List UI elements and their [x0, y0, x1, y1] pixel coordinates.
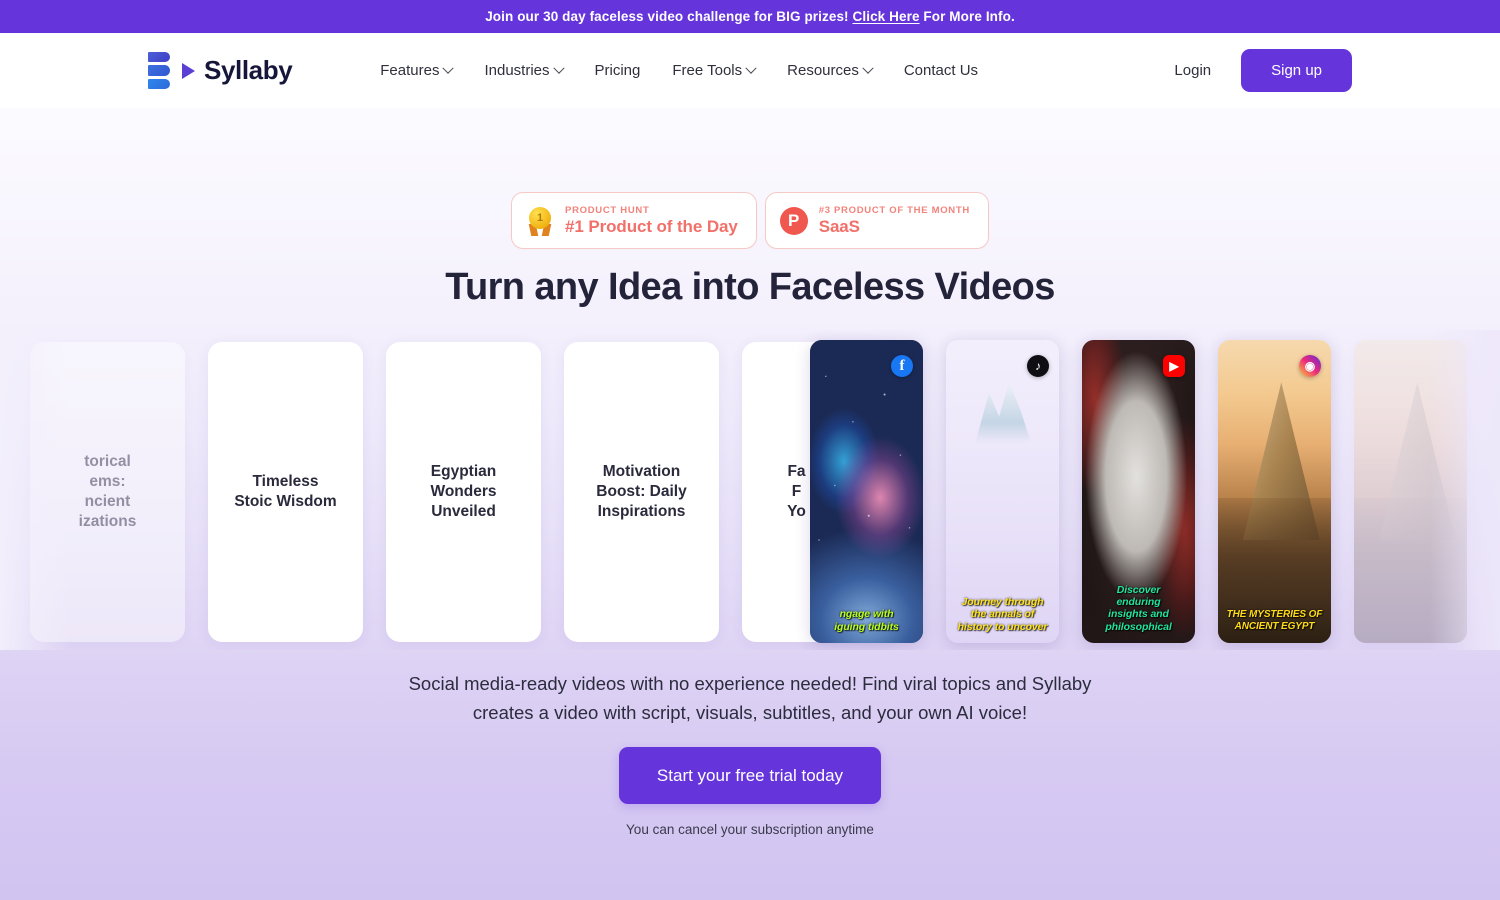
nav-actions: Login Sign up — [1174, 49, 1352, 92]
medal-number: 1 — [529, 206, 552, 229]
badge-product-of-the-month[interactable]: P #3 PRODUCT OF THE MONTH SaaS — [764, 192, 989, 249]
nav-item-label: Features — [380, 62, 440, 79]
cancel-note: You can cancel your subscription anytime — [626, 822, 874, 837]
badge-kicker: PRODUCT HUNT — [565, 204, 650, 216]
landing-page: Join our 30 day faceless video challenge… — [0, 0, 1500, 900]
announcement-click-here-link[interactable]: Click Here — [853, 9, 920, 24]
badge-product-of-the-day[interactable]: 1 PRODUCT HUNT #1 Product of the Day — [511, 192, 757, 249]
chevron-down-icon — [442, 62, 455, 74]
start-free-trial-button[interactable]: Start your free trial today — [618, 747, 882, 804]
nav-item-features[interactable]: Features — [364, 54, 468, 87]
nav-links: Features Industries Pricing Free Tools R… — [364, 54, 994, 87]
announcement-text-after: For More Info. — [919, 9, 1015, 24]
card-title: Timeless Stoic Wisdom — [234, 473, 337, 510]
syllaby-logo-icon — [148, 51, 174, 90]
chevron-down-icon — [552, 62, 565, 74]
hero-subcopy: Social media-ready videos with no experi… — [0, 670, 1500, 728]
carousel-video-card-youtube[interactable]: ▶ Discover enduring insights and philoso… — [1082, 340, 1195, 643]
hero-subcopy-line1: Social media-ready videos with no experi… — [408, 673, 1092, 694]
nav-item-label: Resources — [787, 62, 859, 79]
carousel-text-card[interactable]: Egyptian Wonders Unveiled — [386, 342, 541, 642]
main-navbar: Syllaby Features Industries Pricing Free… — [0, 33, 1500, 108]
login-link[interactable]: Login — [1174, 62, 1211, 79]
carousel-video-card-facebook[interactable]: f ngage with iguing tidbits — [810, 340, 923, 643]
nav-item-label: Pricing — [594, 62, 641, 79]
video-thumbnail-art — [1218, 340, 1331, 643]
video-caption: Discover enduring insights and philosoph… — [1105, 583, 1172, 633]
carousel-text-card[interactable]: Timeless Stoic Wisdom — [208, 342, 363, 642]
carousel-track[interactable]: torical ems: ncient izations Timeless St… — [0, 330, 1467, 650]
nav-item-contact-us[interactable]: Contact Us — [888, 54, 994, 87]
announcement-bar: Join our 30 day faceless video challenge… — [0, 0, 1500, 33]
nav-item-free-tools[interactable]: Free Tools — [656, 54, 771, 87]
carousel-text-card[interactable]: Motivation Boost: Daily Inspirations — [564, 342, 719, 642]
gold-medal-icon: 1 — [526, 206, 554, 236]
play-triangle-icon — [182, 62, 195, 79]
cta-container: Start your free trial today — [0, 747, 1500, 804]
badge-kicker: #3 PRODUCT OF THE MONTH — [818, 204, 970, 216]
nav-item-resources[interactable]: Resources — [771, 54, 888, 87]
carousel-video-card-partial[interactable] — [1354, 340, 1467, 643]
nav-item-label: Free Tools — [672, 62, 743, 79]
hero-subcopy-line2: creates a video with script, visuals, su… — [472, 701, 1028, 723]
video-carousel[interactable]: torical ems: ncient izations Timeless St… — [0, 330, 1500, 650]
tiktok-icon[interactable]: ♪ — [1027, 355, 1049, 377]
video-caption: THE MYSTERIES OF ANCIENT EGYPT — [1226, 609, 1323, 633]
nav-item-label: Contact Us — [903, 62, 979, 79]
chevron-down-icon — [745, 62, 757, 74]
facebook-icon[interactable]: f — [891, 355, 913, 377]
carousel-text-card[interactable]: torical ems: ncient izations — [30, 342, 185, 642]
card-title: Fa F Yo — [787, 463, 806, 520]
nav-item-label: Industries — [484, 62, 550, 79]
video-caption: ngage with iguing tidbits — [834, 608, 899, 633]
instagram-icon[interactable]: ◉ — [1299, 355, 1321, 377]
chevron-down-icon — [862, 62, 874, 74]
product-hunt-icon: P — [779, 206, 808, 235]
announcement-text-before: Join our 30 day faceless video challenge… — [485, 9, 853, 24]
sign-up-button[interactable]: Sign up — [1241, 49, 1352, 92]
carousel-video-card-tiktok[interactable]: ♪ Journey through the annals of history … — [946, 340, 1059, 643]
brand-logo[interactable]: Syllaby — [148, 51, 293, 90]
card-title: Egyptian Wonders Unveiled — [430, 463, 497, 520]
card-title: Motivation Boost: Daily Inspirations — [596, 463, 687, 520]
badge-title: SaaS — [818, 216, 860, 236]
card-title: torical ems: ncient izations — [78, 453, 137, 530]
badge-title: #1 Product of the Day — [565, 216, 738, 236]
product-hunt-letter: P — [779, 206, 808, 235]
video-thumbnail-art — [1354, 340, 1467, 643]
nav-item-pricing[interactable]: Pricing — [579, 54, 657, 87]
brand-name: Syllaby — [204, 55, 293, 85]
nav-item-industries[interactable]: Industries — [468, 54, 578, 87]
carousel-video-card-instagram[interactable]: ◉ THE MYSTERIES OF ANCIENT EGYPT — [1218, 340, 1331, 643]
youtube-icon[interactable]: ▶ — [1163, 355, 1185, 377]
video-thumbnail-art — [810, 340, 923, 643]
video-caption: Journey through the annals of history to… — [957, 595, 1048, 633]
award-badges: 1 PRODUCT HUNT #1 Product of the Day P #… — [0, 192, 1500, 249]
page-title: Turn any Idea into Faceless Videos — [445, 266, 1055, 308]
